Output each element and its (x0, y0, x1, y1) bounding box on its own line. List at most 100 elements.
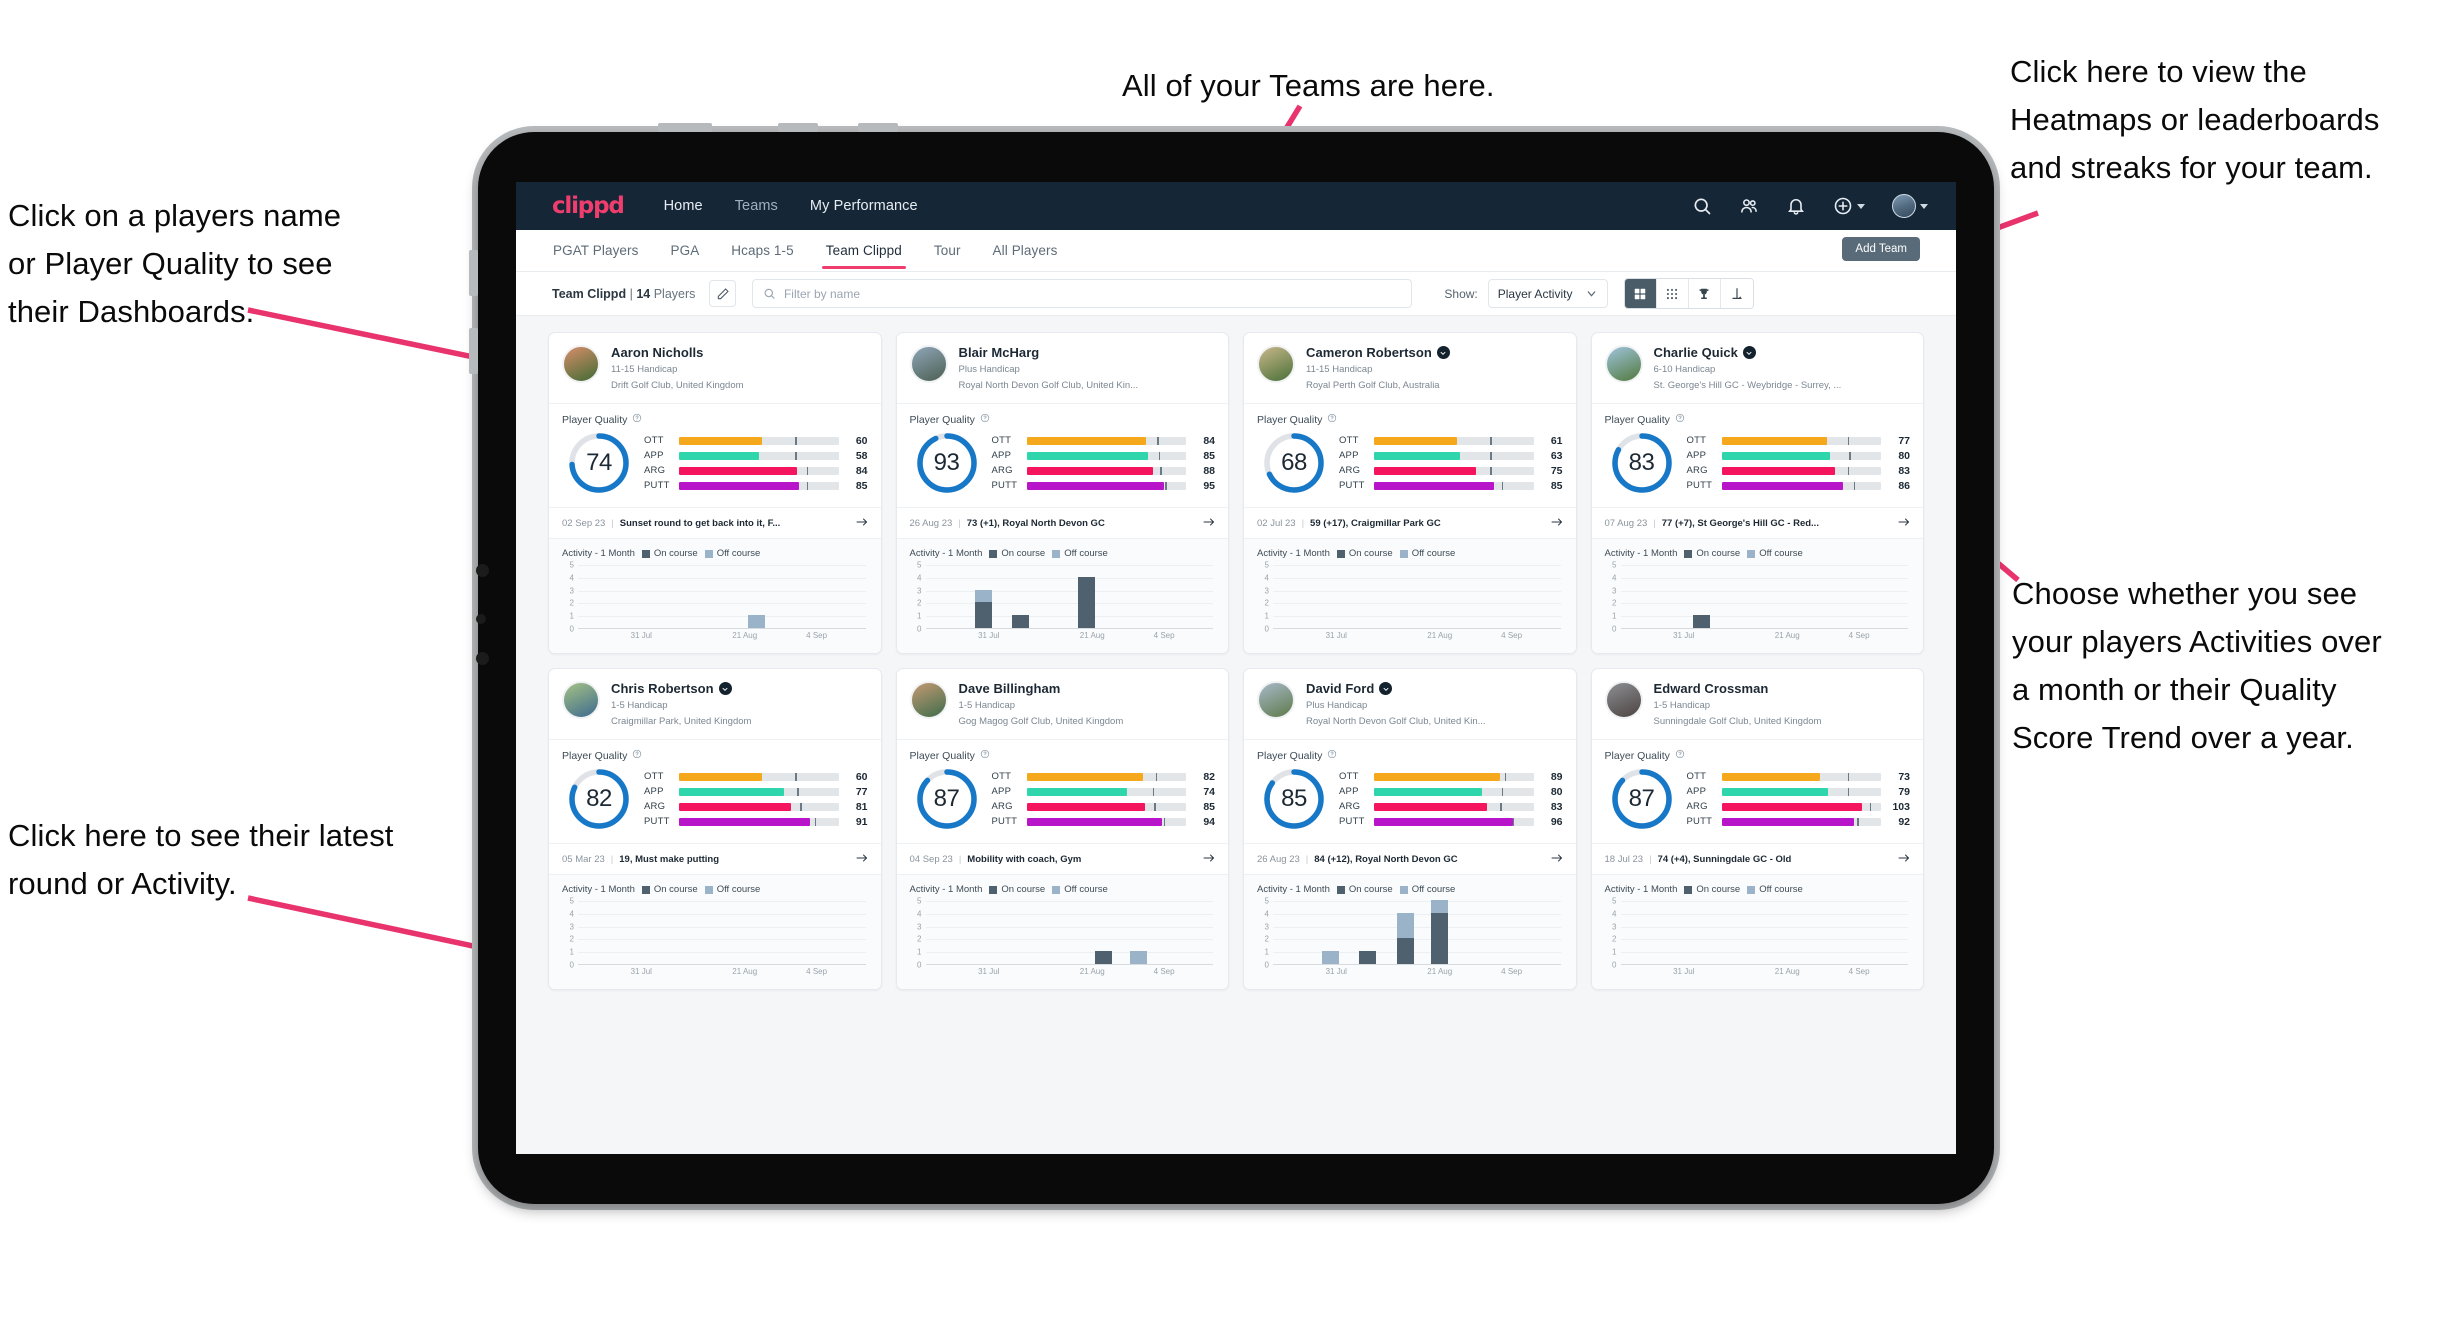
x-axis-tick: 21 Aug (1427, 967, 1453, 976)
legend-swatch (704, 885, 713, 894)
help-icon[interactable] (1675, 413, 1685, 426)
add-team-button[interactable]: Add Team (1842, 237, 1920, 261)
metric-row: PUTT 85 (1339, 478, 1563, 493)
arrow-right-icon[interactable] (1197, 852, 1215, 866)
avatar[interactable] (1892, 194, 1928, 218)
player-quality-section[interactable]: Player Quality 85 OTT 89 APP 80 ARG 83 PUTT 96 (1244, 739, 1576, 843)
player-card[interactable]: Aaron Nicholls 11-15 Handicap Drift Golf C… (548, 332, 882, 654)
help-icon[interactable] (632, 413, 642, 426)
help-icon[interactable] (1675, 749, 1685, 762)
annotation-choose-view: Choose whether you see your players Acti… (2012, 576, 2382, 755)
activity-bar-chart: 0 1 2 3 4 5 31 Jul 21 Aug 4 Sep (910, 897, 1216, 979)
player-name[interactable]: Edward Crossman (1654, 681, 1822, 696)
nav-link-home[interactable]: Home (664, 198, 703, 214)
metric-bar-fill (1721, 817, 1854, 826)
metric-bar-fill (679, 772, 762, 781)
search-input[interactable] (783, 286, 1402, 301)
metric-bar-fill (1026, 436, 1147, 445)
latest-round-row[interactable]: 05 Mar 23 | 19, Must make putting (549, 843, 881, 874)
player-card[interactable]: Edward Crossman 1-5 Handicap Sunningdale G… (1590, 668, 1924, 990)
search-box[interactable] (752, 279, 1413, 308)
player-name[interactable]: Blair McHarg (959, 345, 1139, 360)
player-quality-section[interactable]: Player Quality 87 OTT 73 APP 79 ARG 103 PUTT 92 (1591, 739, 1923, 843)
metric-value: 58 (855, 449, 868, 462)
y-axis-tick: 4 (917, 909, 922, 919)
plus-circle-icon[interactable] (1833, 196, 1865, 216)
player-quality-section[interactable]: Player Quality 93 OTT 84 APP 85 ARG 88 PUTT 95 (896, 403, 1228, 507)
legend-off-course: Off course (1399, 548, 1455, 559)
nav-link-teams[interactable]: Teams (735, 198, 778, 214)
tab-tour[interactable]: Tour (933, 232, 962, 269)
player-quality-section[interactable]: Player Quality 87 OTT 82 APP 74 ARG 85 PUTT 94 (896, 739, 1228, 843)
bell-icon[interactable] (1786, 196, 1806, 216)
latest-round-separator: | (958, 517, 961, 529)
dots-grid-button[interactable] (1656, 279, 1689, 308)
chart-gridline (1620, 590, 1908, 592)
chart-x-axis-labels: 31 Jul 21 Aug 4 Sep (926, 629, 1214, 643)
player-name[interactable]: Dave Billingham (959, 681, 1124, 696)
latest-round-row[interactable]: 26 Aug 23 | 73 (+1), Royal North Devon GC (896, 507, 1228, 538)
metric-row: OTT 61 (1339, 433, 1563, 448)
player-name[interactable]: Aaron Nicholls (611, 345, 744, 360)
nav-link-my-performance[interactable]: My Performance (810, 198, 918, 214)
help-icon[interactable] (980, 413, 990, 426)
arrow-right-icon[interactable] (1892, 852, 1910, 866)
player-name[interactable]: Charlie Quick (1654, 345, 1842, 360)
latest-round-row[interactable]: 07 Aug 23 | 77 (+7), St George's Hill GC -… (1591, 507, 1923, 538)
player-card[interactable]: David Ford Plus Handicap Royal North Devon… (1243, 668, 1577, 990)
metric-row: ARG 83 (1687, 463, 1911, 478)
arrow-right-icon[interactable] (850, 852, 868, 866)
arrow-right-icon[interactable] (850, 516, 868, 530)
tab-hcaps-1-5[interactable]: Hcaps 1-5 (730, 232, 794, 269)
player-card[interactable]: Chris Robertson 1-5 Handicap Craigmillar P… (548, 668, 882, 990)
tab-pgat-players[interactable]: PGAT Players (552, 232, 639, 269)
player-card[interactable]: Charlie Quick 6-10 Handicap St. George's H… (1590, 332, 1924, 654)
tab-team-clippd[interactable]: Team Clippd (821, 232, 907, 269)
chart-plot-area (1273, 565, 1561, 629)
people-icon[interactable] (1739, 196, 1759, 216)
player-card[interactable]: Blair McHarg Plus Handicap Royal North Dev… (895, 332, 1229, 654)
chart-gridline (1620, 952, 1908, 954)
latest-round-row[interactable]: 02 Jul 23 | 59 (+17), Craigmillar Park GC (1244, 507, 1576, 538)
latest-round-row[interactable]: 18 Jul 23 | 74 (+4), Sunningdale GC - Old (1591, 843, 1923, 874)
bar-segment-on-course (1692, 615, 1710, 628)
tab-pga[interactable]: PGA (669, 232, 700, 269)
search-icon[interactable] (1692, 196, 1712, 216)
arrow-right-icon[interactable] (1892, 516, 1910, 530)
metric-value: 86 (1898, 479, 1910, 492)
player-name[interactable]: Chris Robertson (611, 681, 751, 696)
activity-chart-section: Activity - 1 Month On course Off course 0 1 2… (1591, 538, 1923, 653)
arrow-right-icon[interactable] (1545, 516, 1563, 530)
tab-all-players[interactable]: All Players (992, 232, 1059, 269)
player-card[interactable]: Cameron Robertson 11-15 Handicap Royal Per… (1243, 332, 1577, 654)
help-icon[interactable] (1327, 413, 1337, 426)
player-quality-section[interactable]: Player Quality 74 OTT 60 APP 58 ARG 84 PUTT 85 (549, 403, 881, 507)
player-name[interactable]: Cameron Robertson (1306, 345, 1450, 360)
player-card[interactable]: Dave Billingham 1-5 Handicap Gog Magog Gol… (895, 668, 1229, 990)
player-quality-label: Player Quality (1604, 413, 1670, 426)
latest-round-row[interactable]: 26 Aug 23 | 84 (+12), Royal North Devon GC (1244, 843, 1576, 874)
metric-benchmark-tick (1163, 817, 1166, 826)
metric-bar-track (1374, 772, 1534, 781)
edit-team-button[interactable] (709, 280, 737, 307)
player-quality-section[interactable]: Player Quality 68 OTT 61 APP 63 ARG 75 PUTT 85 (1244, 403, 1576, 507)
help-icon[interactable] (980, 749, 990, 762)
arrow-right-icon[interactable] (1197, 516, 1215, 530)
chart-gridline (1620, 565, 1908, 566)
show-select[interactable]: Player Activity (1487, 279, 1608, 308)
clippd-logo[interactable]: clippd (552, 193, 625, 219)
player-quality-section[interactable]: Player Quality 83 OTT 77 APP 80 ARG 83 PUTT 86 (1591, 403, 1923, 507)
latest-round-row[interactable]: 04 Sep 23 | Mobility with coach, Gym (896, 843, 1228, 874)
arrow-right-icon[interactable] (1545, 852, 1563, 866)
player-name[interactable]: David Ford (1306, 681, 1486, 696)
latest-round-row[interactable]: 02 Sep 23 | Sunset round to get back into … (549, 507, 881, 538)
chart-y-axis: 0 1 2 3 4 5 (1257, 897, 1271, 970)
help-icon[interactable] (632, 749, 642, 762)
player-club: Gog Magog Golf Club, United Kingdom (958, 716, 1124, 727)
leaderboard-button[interactable] (1688, 279, 1721, 308)
heatmap-button[interactable] (1720, 279, 1753, 308)
grid-view-button[interactable] (1624, 279, 1657, 308)
player-quality-section[interactable]: Player Quality 82 OTT 60 APP 77 ARG 81 PUTT 91 (549, 739, 881, 843)
player-quality-label: Player Quality (1604, 749, 1670, 762)
help-icon[interactable] (1327, 749, 1337, 762)
